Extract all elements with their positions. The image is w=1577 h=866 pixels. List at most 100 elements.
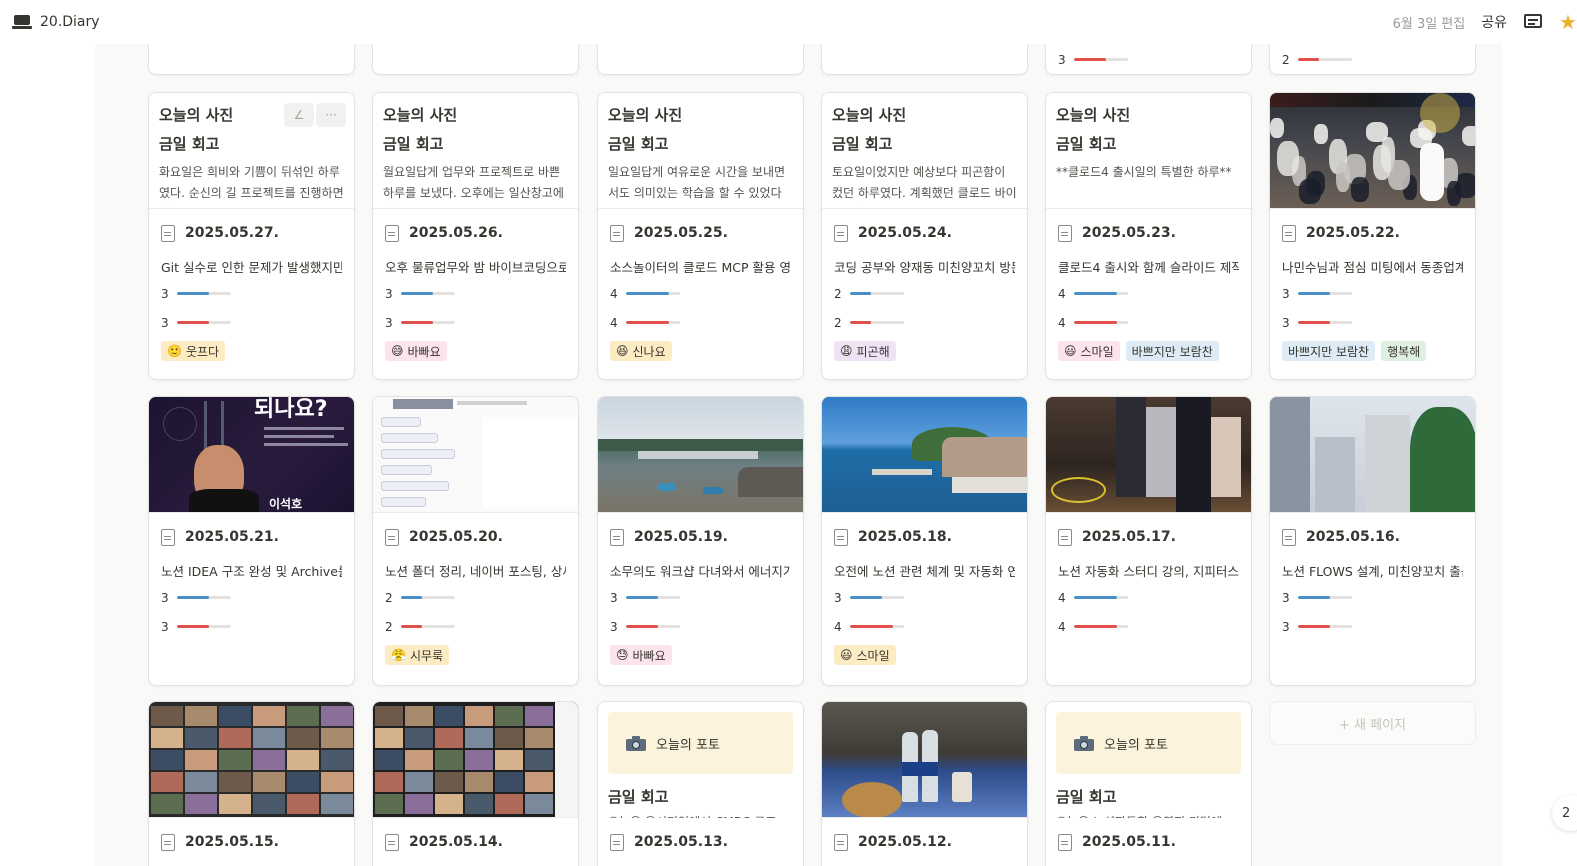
mood-tag-label: 스마일	[1080, 344, 1114, 359]
rating-bar-fill	[849, 596, 883, 599]
page-icon	[834, 528, 848, 546]
rating-value: 4	[834, 619, 842, 634]
cover-photo	[373, 702, 578, 818]
rating-value: 4	[1058, 590, 1066, 605]
card-title-row: 2025.05.11.	[1058, 818, 1239, 866]
rating-bar-fill	[1297, 596, 1331, 599]
rating-value: 3	[834, 590, 842, 605]
card-preview-text: 오늘의 사진 금일 회고 **클로드4 출시일의 특별한 하루**	[1046, 93, 1251, 209]
diary-card[interactable]: 2025.05.16. 노션 FLOWS 설계, 미친양꼬치 출근 및 3 3	[1269, 396, 1476, 686]
card-body: 2025.05.21. 노션 IDEA 구조 완성 및 Archive를 A 3 3	[149, 513, 354, 641]
rating-bar-fill	[1073, 321, 1117, 324]
share-button[interactable]: 공유	[1481, 12, 1507, 32]
cover-photo	[1270, 397, 1475, 513]
diary-card[interactable]: 오늘의 포토금일 회고오늘은 온시디언에서 CMDS 구조2025.05.13.	[597, 701, 804, 866]
card-preview-photo-box: 오늘의 포토금일 회고오늘은 온시디언에서 CMDS 구조	[598, 702, 803, 818]
new-page-button[interactable]: + 새 페이지	[1269, 701, 1476, 745]
card-body: 2025.05.22. 나민수님과 점심 미팅에서 동종업계 종 3 3 바쁘지만 보람…	[1270, 209, 1475, 361]
top-bar: 20.Diary 6월 3일 편집 공유 ★	[0, 0, 1577, 44]
card-body: 2025.05.11.	[1046, 818, 1251, 866]
rating-bar	[400, 596, 455, 599]
mood-tag: 😩 피곤해	[834, 341, 896, 361]
rating-bar	[176, 596, 231, 599]
diary-card[interactable]: 오늘의 사진 금일 회고 월요일답게 업무와 프로젝트로 바쁜 하루를 보냈다. 오…	[372, 92, 579, 380]
diary-card[interactable]: 3	[1045, 44, 1252, 75]
rating-bar	[625, 596, 680, 599]
more-icon[interactable]: ···	[316, 103, 346, 127]
mood-emoji-icon: 🙂	[167, 344, 182, 358]
rating-value: 4	[1058, 315, 1066, 330]
diary-card[interactable]: 오늘의 사진 금일 회고 화요일은 희비와 기쁨이 뒤섞인 하루였다. 순신의 길 …	[148, 92, 355, 380]
diary-card[interactable]: 2025.05.20. 노션 폴더 정리, 네이버 포스팅, 상세페 2 2 😤 시무룩	[372, 396, 579, 686]
page-icon	[1282, 528, 1296, 546]
rating-bar-fill	[176, 596, 210, 599]
card-title-row: 2025.05.15.	[161, 818, 342, 866]
diary-card[interactable]: 오늘의 사진 금일 회고 일요일답게 여유로운 시간을 보내면서도 의미있는 학습을…	[597, 92, 804, 380]
comment-icon[interactable]	[1523, 13, 1543, 31]
rating-bar-fill	[400, 625, 423, 628]
rating-bar	[1297, 58, 1352, 61]
diary-card[interactable]	[372, 44, 579, 75]
mood-tag: 😃 스마일	[834, 645, 896, 665]
card-body: 2025.05.27. Git 실수로 인한 문제가 발생했지만, 잘 해결했다 3…	[149, 209, 354, 361]
card-body: 2025.05.13.	[598, 818, 803, 866]
rating-value: 3	[1058, 52, 1066, 67]
diary-card[interactable]	[821, 44, 1028, 75]
rating-metric: 2	[834, 308, 1015, 337]
page-icon	[610, 528, 624, 546]
diary-card[interactable]: 2	[1269, 44, 1476, 75]
photo-placeholder: 오늘의 포토	[608, 712, 793, 774]
mood-tag: 바쁘지만 보람찬	[1125, 341, 1219, 361]
preview-subheading: 금일 회고	[608, 135, 669, 153]
edit-icon[interactable]: ∠	[284, 103, 314, 127]
diary-card[interactable]: 2025.05.14.	[372, 701, 579, 866]
rating-bar	[1073, 58, 1128, 61]
diary-card[interactable]: 2025.05.12.	[821, 701, 1028, 866]
rating-value: 3	[1282, 619, 1290, 634]
diary-card[interactable]: 2025.05.19. 소무의도 워크샵 다녀와서 에너지가 넘 3 3 😓 바빠요	[597, 396, 804, 686]
mood-tags: 🙂 웃프다	[161, 341, 342, 361]
diary-card[interactable]: 2025.05.17. 노션 자동화 스터디 강의, 지피터스 오 4 4	[1045, 396, 1252, 686]
card-title-row: 2025.05.20.	[385, 513, 566, 561]
rating-value: 2	[834, 286, 842, 301]
scroll-indicator[interactable]: 2	[1552, 795, 1577, 831]
breadcrumb[interactable]: 20.Diary	[12, 14, 100, 30]
rating-value: 3	[610, 590, 618, 605]
rating-bar-fill	[1297, 625, 1331, 628]
rating-metric: 3	[1282, 612, 1463, 641]
page-icon	[1058, 224, 1072, 242]
card-summary: 노션 IDEA 구조 완성 및 Archive를 A	[161, 564, 342, 579]
rating-value: 3	[1282, 315, 1290, 330]
mood-emoji-icon: 😃	[840, 648, 853, 662]
card-title-row: 2025.05.21.	[161, 513, 342, 561]
diary-card[interactable]	[148, 44, 355, 75]
card-title: 2025.05.17.	[1082, 529, 1176, 545]
diary-card[interactable]: 오늘의 포토금일 회고오늘은 노션자동화 운영진 미팅에2025.05.11.	[1045, 701, 1252, 866]
rating-metric: 4	[834, 612, 1015, 641]
mood-tag-label: 바빠요	[632, 648, 666, 663]
card-summary: 노션 폴더 정리, 네이버 포스팅, 상세페	[385, 564, 566, 579]
cover-photo	[149, 702, 354, 818]
card-title: 2025.05.21.	[185, 529, 279, 545]
diary-card[interactable]	[597, 44, 804, 75]
card-title: 2025.05.22.	[1306, 225, 1400, 241]
diary-card[interactable]: 되나요? 이석호 2025.05.21. 노션 IDEA 구조 완성 및 Archiv…	[148, 396, 355, 686]
diary-card[interactable]: 2025.05.22. 나민수님과 점심 미팅에서 동종업계 종 3 3 바쁘지만 보람…	[1269, 92, 1476, 380]
rating-metric: 3	[161, 279, 342, 308]
card-body: 2025.05.24. 코딩 공부와 양재동 미친양꼬치 방문을 2 2 😩 피곤해	[822, 209, 1027, 361]
preview-subheading: 금일 회고	[1056, 788, 1117, 806]
card-title: 2025.05.23.	[1082, 225, 1176, 241]
card-body: 2025.05.23. 클로드4 출시와 함께 슬라이드 제작 및 4 4 😃 스마일 바쁘…	[1046, 209, 1251, 361]
diary-card[interactable]: 2025.05.15.	[148, 701, 355, 866]
favorite-star-icon[interactable]: ★	[1559, 10, 1577, 34]
page-icon	[161, 224, 175, 242]
card-title: 2025.05.18.	[858, 529, 952, 545]
page-icon	[834, 833, 848, 851]
diary-card[interactable]: 오늘의 사진 금일 회고 토요일이었지만 예상보다 피곤함이 컸던 하루였다. 계획…	[821, 92, 1028, 380]
rating-bar	[1297, 625, 1352, 628]
diary-card[interactable]: 오늘의 사진 금일 회고 **클로드4 출시일의 특별한 하루** 2025.05.2…	[1045, 92, 1252, 380]
page-icon	[610, 224, 624, 242]
card-title-row: 2025.05.23.	[1058, 209, 1239, 257]
rating-bar	[1297, 596, 1352, 599]
diary-card[interactable]: 2025.05.18. 오전에 노션 관련 체계 및 자동화 연구 3 4 😃 스마일	[821, 396, 1028, 686]
